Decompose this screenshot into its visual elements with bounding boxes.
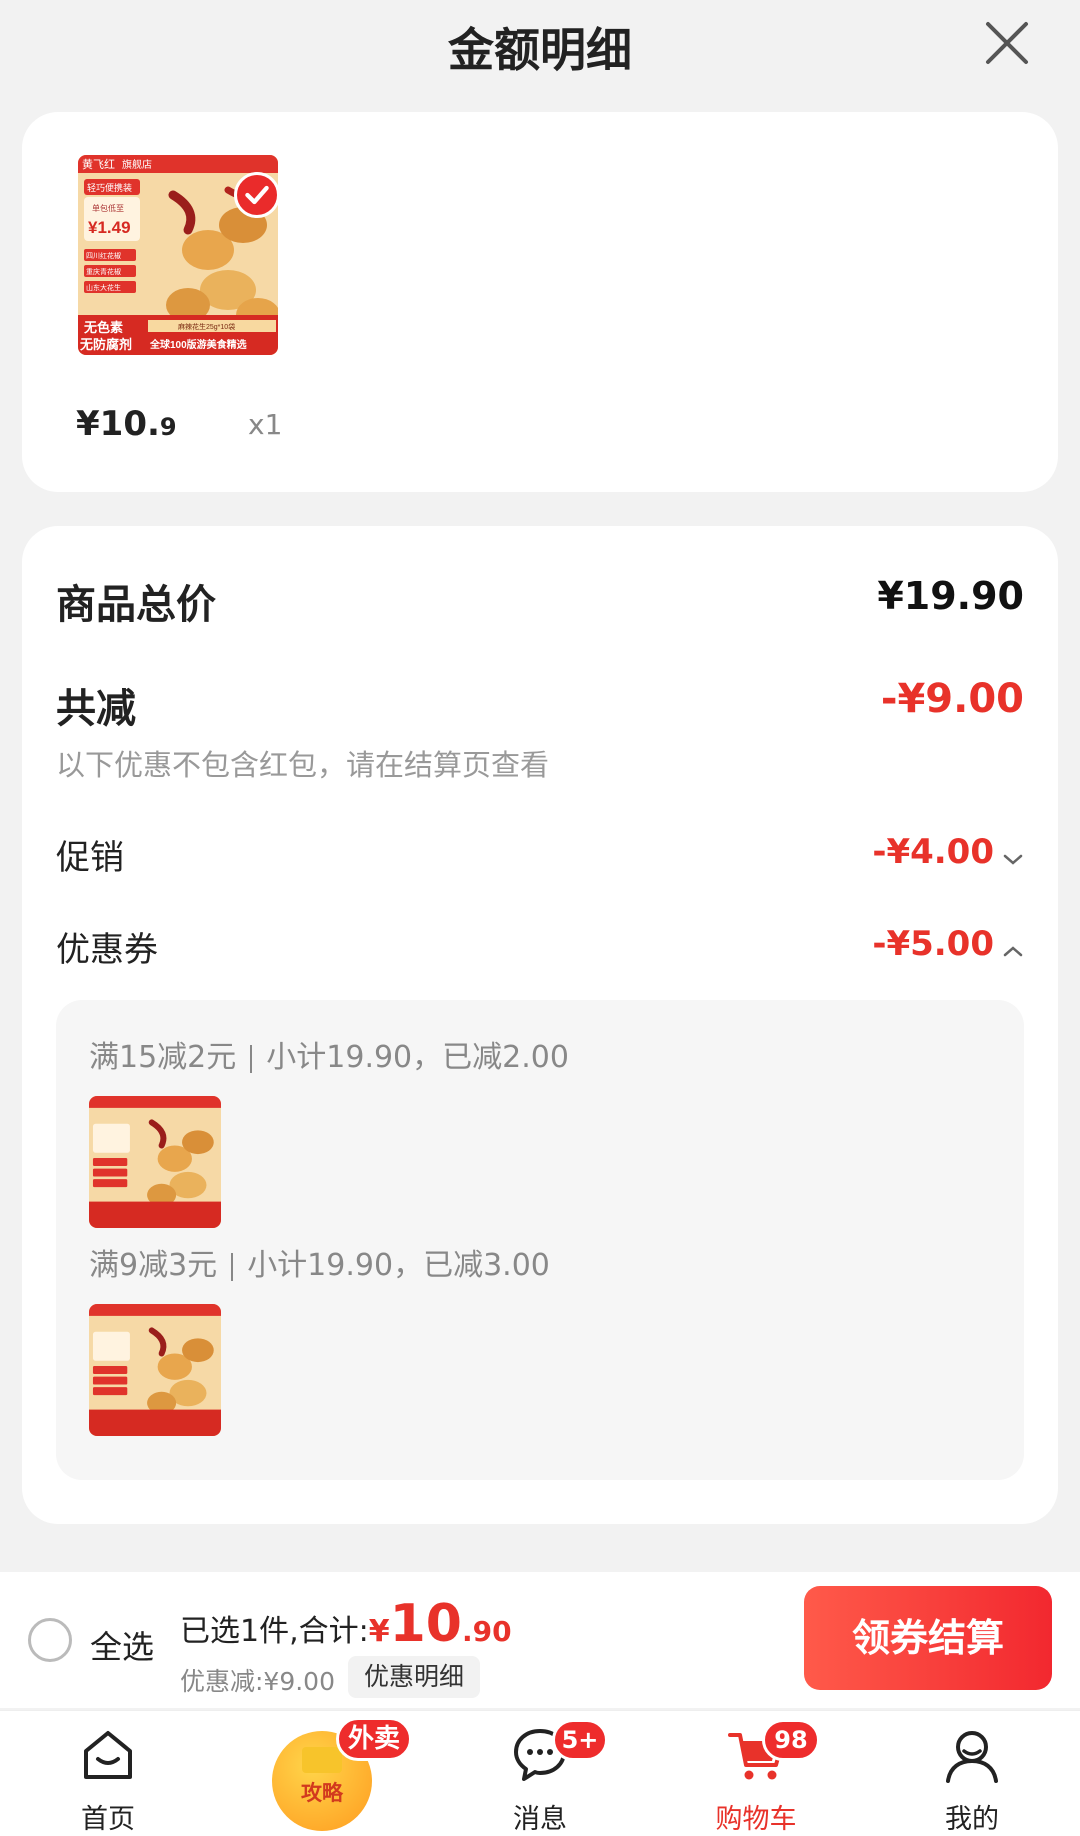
selected-total: 已选1件,合计:¥10.90 [180,1594,512,1654]
promotion-row-toggle[interactable]: -¥4.00 [872,832,1024,872]
product-card: 黄飞红 旗舰店 轻巧便携装 单包低至 ¥1.49 四川红花椒 重庆青花椒 山东大… [22,112,1058,492]
promo-badge: 外卖 [336,1717,412,1761]
close-icon[interactable] [982,18,1032,68]
discount-detail-button[interactable]: 优惠明细 [348,1656,481,1698]
product-quantity: x1 [248,408,283,441]
discount-value: -¥9.00 [880,676,1024,722]
price-summary-card: 商品总价 ¥19.90 共减 -¥9.00 以下优惠不包含红包，请在结算页查看 … [22,526,1058,1524]
header: 金额明细 [0,0,1080,100]
coupon-details: 满15减2元 小计19.90，已减2.00 满9减3元 小计19.90，已减3.00 [56,1000,1024,1480]
profile-icon [942,1725,1002,1785]
image-spec: 麻辣花生25g*10袋 [178,322,235,331]
store-tag: 旗舰店 [122,158,152,171]
discount-label: 共减 [56,686,136,732]
coupon-product-image[interactable] [89,1304,221,1436]
coupon-label: 优惠券 [56,930,158,970]
tab-label: 消息 [513,1804,567,1835]
promotion-label: 促销 [56,838,124,878]
coupon-rule: 满9减3元 小计19.90，已减3.00 [89,1248,550,1283]
tab-promo[interactable]: 攻略 外卖 [216,1711,432,1836]
image-banner: 无防腐剂 [79,337,132,352]
selected-check-icon[interactable] [234,172,280,218]
saved-amount: 优惠减:¥9.00 [180,1667,335,1696]
select-all-label[interactable]: 全选 [90,1622,154,1668]
total-price-value: ¥19.90 [877,574,1024,618]
home-icon [78,1725,138,1785]
total-price-label: 商品总价 [56,582,216,628]
image-feature: 山东大花生 [86,283,121,292]
image-sub: 单包低至 [92,203,124,213]
store-name: 黄飞红 [82,157,115,171]
image-feature: 重庆青花椒 [86,267,121,276]
select-all-radio[interactable] [28,1618,72,1662]
coupon-product-image[interactable] [89,1096,221,1228]
checkout-bar: 全选 已选1件,合计:¥10.90 优惠减:¥9.00 优惠明细 领券结算 [0,1572,1080,1708]
image-feature: 四川红花椒 [86,251,121,260]
tab-label: 首页 [81,1804,135,1835]
chevron-down-icon [1002,852,1024,866]
coupon-rule: 满15减2元 小计19.90，已减2.00 [89,1040,569,1075]
messages-badge: 5+ [552,1719,608,1761]
tab-label: 购物车 [715,1804,797,1835]
tab-me[interactable]: 我的 [864,1711,1080,1836]
product-price: ¥10.9 [76,404,177,444]
cart-badge: 98 [762,1719,820,1761]
tab-label: 我的 [945,1804,999,1835]
tab-messages[interactable]: 5+ 消息 [432,1711,648,1836]
chevron-up-icon [1002,944,1024,958]
discount-note: 以下优惠不包含红包，请在结算页查看 [56,748,550,782]
image-banner: 无色素 [83,320,123,335]
bottom-tab-bar: 首页 攻略 外卖 5+ 消息 98 购物车 我的 [0,1710,1080,1836]
tab-home[interactable]: 首页 [0,1711,216,1836]
image-slogan: 全球100版游美食精选 [149,338,247,351]
coupon-value: -¥5.00 [872,924,994,964]
promotion-value: -¥4.00 [872,832,994,872]
checkout-button[interactable]: 领券结算 [804,1586,1052,1690]
image-price: ¥1.49 [88,218,131,237]
coupon-row-toggle[interactable]: -¥5.00 [872,924,1024,964]
tab-cart[interactable]: 98 购物车 [648,1711,864,1836]
image-tag: 轻巧便携装 [87,182,132,193]
page-title: 金额明细 [448,23,632,77]
